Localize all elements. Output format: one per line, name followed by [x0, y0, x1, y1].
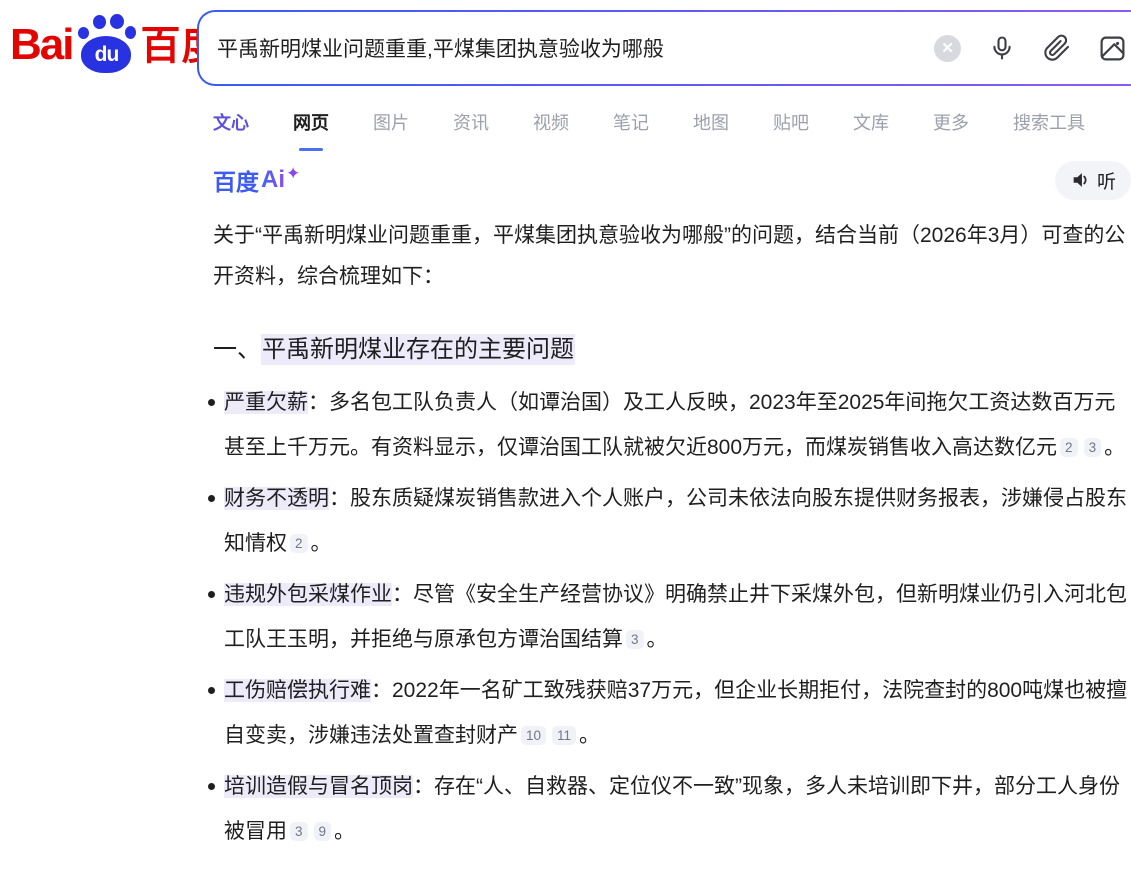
tab-maps[interactable]: 地图	[693, 109, 729, 140]
microphone-icon[interactable]	[988, 34, 1016, 62]
paperclip-icon[interactable]	[1043, 34, 1071, 62]
citation-badge[interactable]: 2	[290, 534, 308, 553]
tab-wenxin[interactable]: 文心	[213, 109, 249, 140]
entity-link[interactable]: 培训造假与冒名顶岗	[224, 775, 413, 798]
clear-icon[interactable]: ✕	[934, 35, 961, 62]
tab-more[interactable]: 更多	[933, 109, 969, 140]
tab-web[interactable]: 网页	[293, 109, 329, 140]
citation-badge[interactable]: 2	[1060, 438, 1078, 457]
logo-text-bai: Bai	[10, 16, 72, 74]
tab-video[interactable]: 视频	[533, 109, 569, 140]
citation-badge[interactable]: 11	[552, 726, 576, 745]
speaker-icon	[1070, 169, 1092, 191]
listen-label: 听	[1097, 167, 1116, 194]
list-item: 财务不透明：股东质疑煤炭销售款进入个人账户，公司未依法向股东提供财务报表，涉嫌侵…	[213, 476, 1131, 566]
tab-wenku[interactable]: 文库	[853, 109, 889, 140]
tab-notes[interactable]: 笔记	[613, 109, 649, 140]
entity-link[interactable]: 财务不透明	[224, 487, 329, 510]
search-tabs: 文心 网页 图片 资讯 视频 笔记 地图 贴吧 文库 更多 搜索工具	[213, 92, 1131, 140]
list-item: 工伤赔偿执行难：2022年一名矿工致残获赔37万元，但企业长期拒付，法院查封的8…	[213, 668, 1131, 758]
search-box: ✕	[197, 10, 1131, 86]
entity-link[interactable]: 违规外包采煤作业	[224, 583, 392, 606]
list-item: 违规外包采煤作业：尽管《安全生产经营协议》明确禁止井下采煤外包，但新明煤业仍引入…	[213, 572, 1131, 662]
tab-images[interactable]: 图片	[373, 109, 409, 140]
baidu-ai-logo: 百度Ai✦	[213, 163, 300, 197]
listen-button[interactable]: 听	[1055, 161, 1131, 200]
baidu-logo[interactable]: Bai du 百度	[10, 14, 222, 74]
citation-badge[interactable]: 9	[314, 822, 332, 841]
answer-intro: 关于“平禹新明煤业问题重重，平煤集团执意验收为哪般”的问题，结合当前（2026年…	[213, 215, 1131, 297]
list-item: 严重欠薪：多名包工队负责人（如谭治国）及工人反映，2023年至2025年间拖欠工…	[213, 380, 1131, 470]
list-item: 培训造假与冒名顶岗：存在“人、自救器、定位仪不一致”现象，多人未培训即下井，部分…	[213, 764, 1131, 854]
sparkle-icon: ✦	[286, 164, 300, 184]
tab-tieba[interactable]: 贴吧	[773, 109, 809, 140]
entity-link[interactable]: 严重欠薪	[224, 391, 308, 414]
citation-badge[interactable]: 10	[521, 726, 546, 745]
ai-answer-panel: 百度Ai✦ 听 关于“平禹新明煤业问题重重，平煤集团执意验收为哪般”的问题，结合…	[213, 160, 1131, 854]
tab-search-tools[interactable]: 搜索工具	[1013, 109, 1085, 140]
header: Bai du 百度 ✕	[0, 0, 1131, 92]
entity-link[interactable]: 工伤赔偿执行难	[224, 679, 371, 702]
search-input[interactable]	[217, 36, 924, 60]
tab-news[interactable]: 资讯	[453, 109, 489, 140]
section-heading: 一、平禹新明煤业存在的主要问题	[213, 333, 1131, 367]
issue-list: 严重欠薪：多名包工队负责人（如谭治国）及工人反映，2023年至2025年间拖欠工…	[213, 380, 1131, 854]
citation-badge[interactable]: 3	[1084, 438, 1102, 457]
image-search-icon[interactable]	[1098, 34, 1127, 63]
logo-text-du: du	[95, 43, 119, 66]
citation-badge[interactable]: 3	[290, 822, 308, 841]
baidu-paw-icon: du	[78, 14, 136, 74]
citation-badge[interactable]: 3	[626, 630, 644, 649]
